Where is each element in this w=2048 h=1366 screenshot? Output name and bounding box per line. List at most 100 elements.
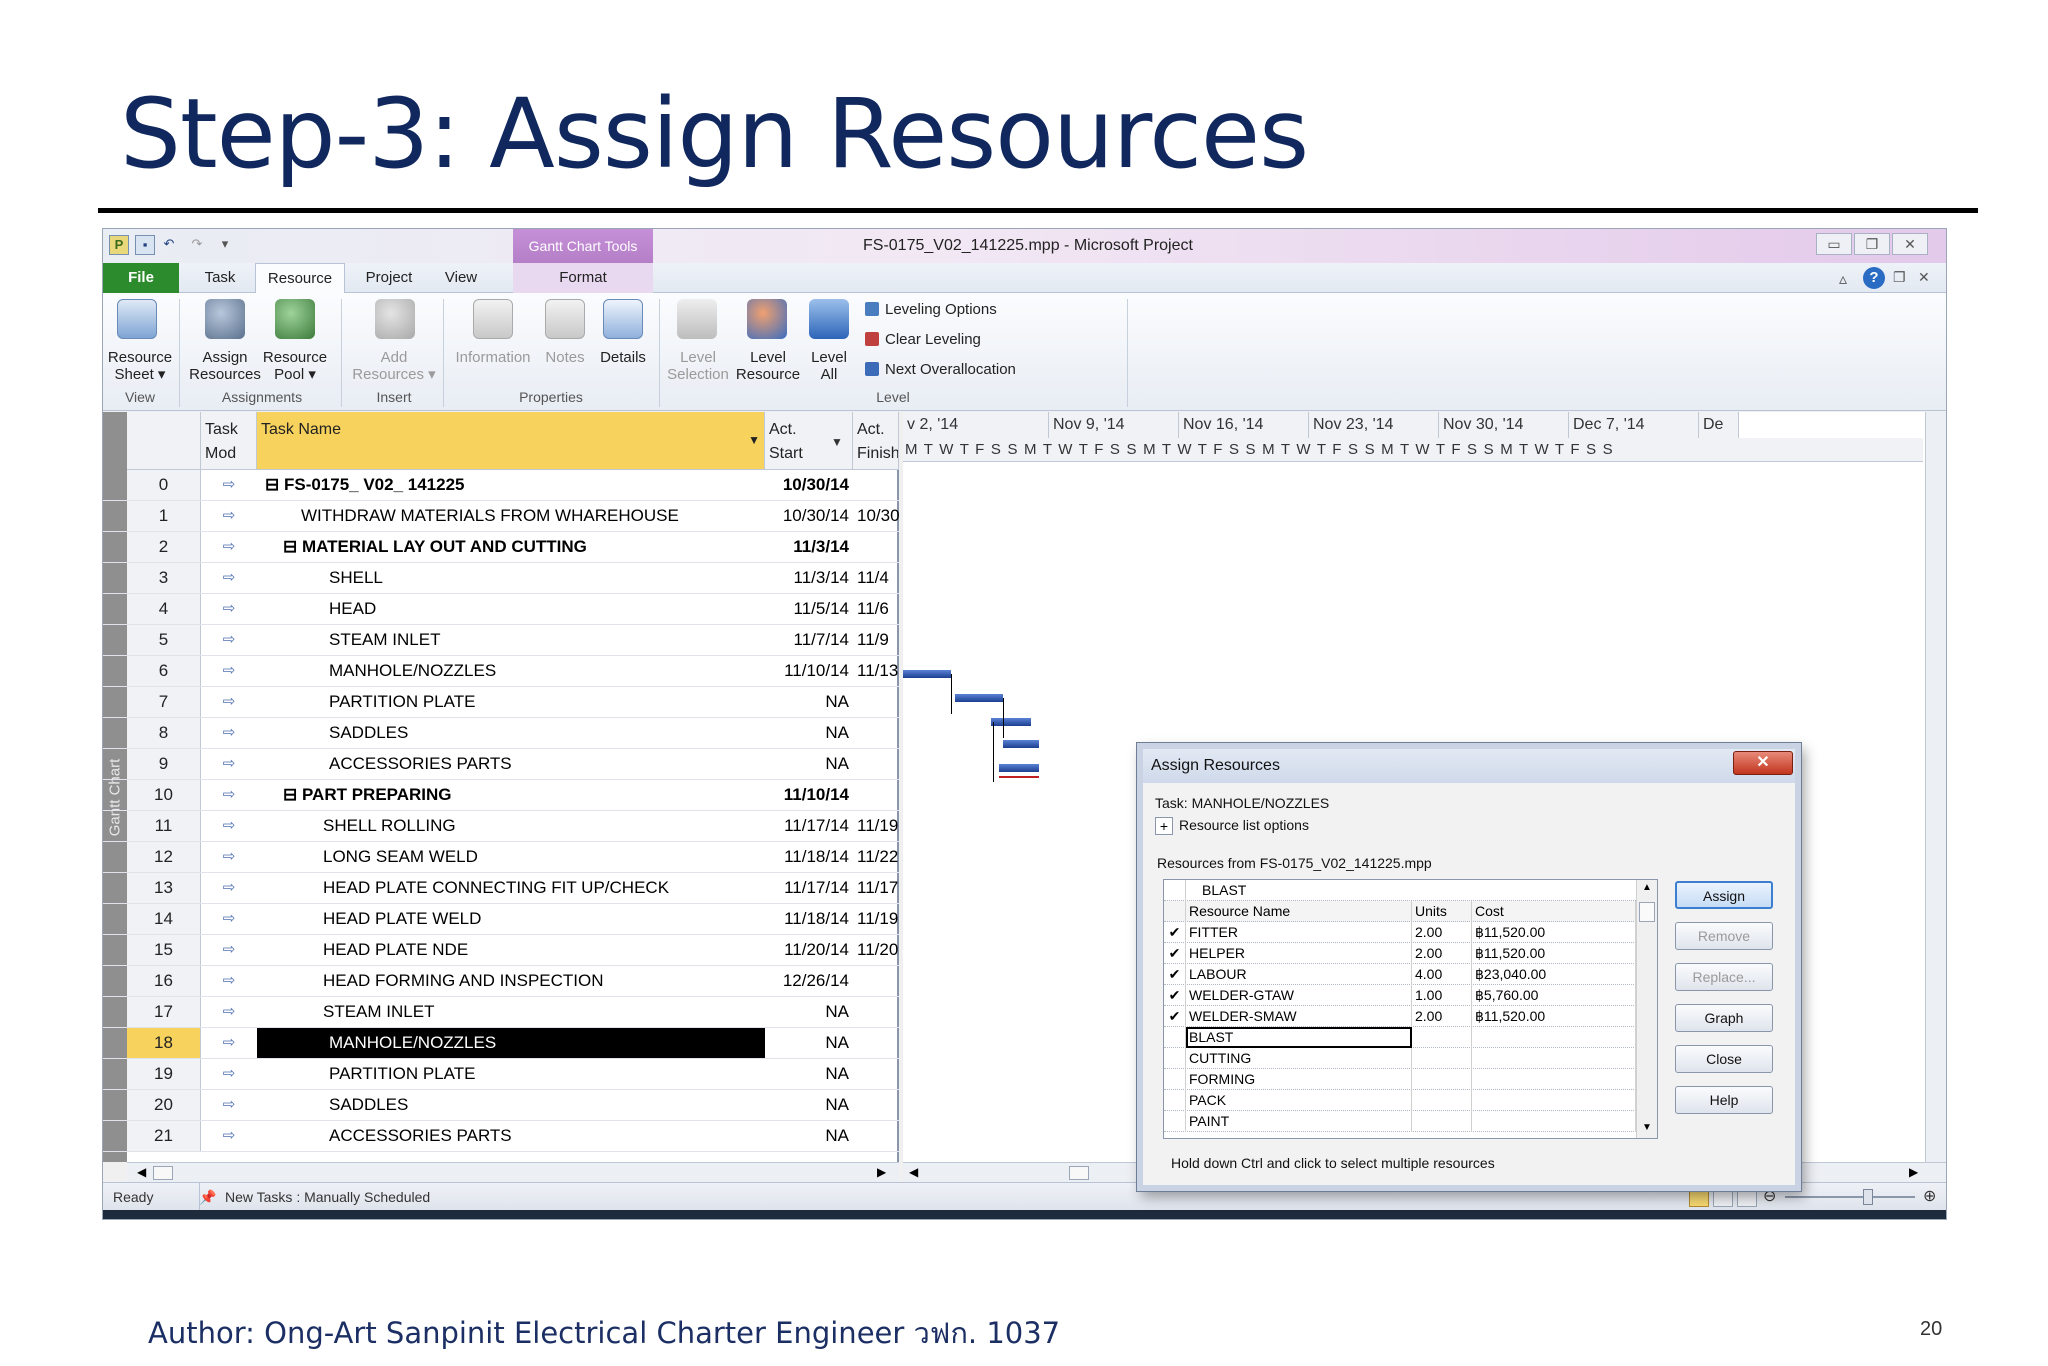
actual-finish-cell[interactable]: 10/30 [853, 501, 899, 531]
next-overallocation-button[interactable]: Next Overallocation [865, 361, 1016, 378]
row-id[interactable]: 7 [127, 687, 201, 717]
row-id[interactable]: 11 [127, 811, 201, 841]
minimize-icon[interactable]: ▭ [1816, 233, 1852, 255]
assign-button[interactable]: Assign [1675, 881, 1773, 909]
actual-finish-cell[interactable]: 11/13 [853, 656, 899, 686]
actual-finish-cell[interactable]: 11/20 [853, 935, 899, 965]
resource-row[interactable]: ✔ WELDER-SMAW 2.00 ฿11,520.00 [1164, 1006, 1636, 1027]
resource-name-cell[interactable]: FITTER [1186, 922, 1412, 943]
redo-icon[interactable]: ↷ [187, 235, 207, 255]
resource-name-cell[interactable]: LABOUR [1186, 964, 1412, 985]
resource-units-cell[interactable] [1412, 1090, 1472, 1111]
actual-start-cell[interactable]: 11/17/14 [765, 873, 853, 903]
table-row[interactable]: 0 ⇨ ⊟ FS-0175_ V02_ 141225 10/30/14 [103, 470, 899, 501]
row-id[interactable]: 18 [127, 1028, 201, 1058]
select-all-header[interactable] [127, 412, 201, 470]
restore-icon[interactable]: ❐ [1854, 233, 1890, 255]
assign-resources-button[interactable]: Assign Resources [187, 349, 263, 383]
resource-row[interactable]: FORMING [1164, 1069, 1636, 1090]
row-id[interactable]: 6 [127, 656, 201, 686]
actual-finish-cell[interactable]: 11/9 [853, 625, 899, 655]
gantt-bar[interactable] [991, 718, 1031, 726]
task-name-cell[interactable]: MANHOLE/NOZZLES [257, 656, 765, 686]
close-window-icon[interactable]: ✕ [1892, 233, 1928, 255]
actual-start-cell[interactable]: 10/30/14 [765, 470, 853, 500]
clear-leveling-button[interactable]: Clear Leveling [865, 331, 981, 348]
table-row[interactable]: 21 ⇨ ACCESSORIES PARTS NA [103, 1121, 899, 1152]
table-row[interactable]: 20 ⇨ SADDLES NA [103, 1090, 899, 1121]
actual-start-cell[interactable]: 11/5/14 [765, 594, 853, 624]
actual-start-cell[interactable]: 11/3/14 [765, 563, 853, 593]
task-name-cell[interactable]: MANHOLE/NOZZLES [257, 1028, 765, 1058]
table-row[interactable]: 6 ⇨ MANHOLE/NOZZLES 11/10/14 11/13 [103, 656, 899, 687]
table-row[interactable]: 17 ⇨ STEAM INLET NA [103, 997, 899, 1028]
table-row[interactable]: 3 ⇨ SHELL 11/3/14 11/4 [103, 563, 899, 594]
scroll-thumb[interactable] [153, 1166, 173, 1180]
actual-start-cell[interactable]: 10/30/14 [765, 501, 853, 531]
start-dropdown-icon[interactable]: ▼ [831, 435, 843, 449]
actual-start-cell[interactable]: NA [765, 718, 853, 748]
resource-edit-field[interactable]: BLAST [1186, 880, 1636, 901]
table-row[interactable]: 18 ⇨ MANHOLE/NOZZLES NA [103, 1028, 899, 1059]
resource-units-cell[interactable]: 2.00 [1412, 922, 1472, 943]
resource-list-options[interactable]: Resource list options [1179, 817, 1309, 833]
table-row[interactable]: 4 ⇨ HEAD 11/5/14 11/6 [103, 594, 899, 625]
resource-row[interactable]: PAINT [1164, 1111, 1636, 1132]
actual-start-cell[interactable]: 11/20/14 [765, 935, 853, 965]
filter-dropdown-icon[interactable]: ▼ [748, 428, 760, 452]
resource-units-cell[interactable]: 1.00 [1412, 985, 1472, 1006]
row-id[interactable]: 9 [127, 749, 201, 779]
resource-units-cell[interactable]: 2.00 [1412, 943, 1472, 964]
actual-start-cell[interactable]: NA [765, 749, 853, 779]
scroll-thumb[interactable] [1639, 902, 1655, 922]
dialog-close-icon[interactable]: ✕ [1733, 751, 1793, 775]
actual-start-cell[interactable]: NA [765, 1059, 853, 1089]
row-id[interactable]: 5 [127, 625, 201, 655]
resource-row[interactable]: ✔ LABOUR 4.00 ฿23,040.00 [1164, 964, 1636, 985]
gantt-bar[interactable] [1003, 740, 1039, 748]
resources-scrollbar[interactable]: ▲ ▼ [1636, 880, 1657, 1138]
scroll-right-icon[interactable]: ▶ [1909, 1165, 1918, 1179]
resource-row[interactable]: ✔ FITTER 2.00 ฿11,520.00 [1164, 922, 1636, 943]
task-name-cell[interactable]: ⊟ PART PREPARING [257, 780, 765, 810]
gantt-bar[interactable] [955, 694, 1003, 702]
level-resource-button[interactable]: Level Resource [733, 349, 803, 383]
actual-finish-cell[interactable]: 11/4 [853, 563, 899, 593]
undo-icon[interactable]: ↶ [159, 235, 179, 255]
close-doc-icon[interactable]: ✕ [1918, 269, 1930, 286]
tab-project[interactable]: Project [353, 263, 425, 293]
gantt-bar[interactable] [903, 670, 951, 678]
resource-name-cell[interactable]: WELDER-SMAW [1186, 1006, 1412, 1027]
row-id[interactable]: 3 [127, 563, 201, 593]
task-name-cell[interactable]: SADDLES [257, 1090, 765, 1120]
resource-row[interactable]: BLAST [1164, 1027, 1636, 1048]
actual-start-cell[interactable]: NA [765, 1090, 853, 1120]
customize-qat-icon[interactable]: ▾ [215, 235, 235, 255]
table-row[interactable]: 2 ⇨ ⊟ MATERIAL LAY OUT AND CUTTING 11/3/14 [103, 532, 899, 563]
task-name-cell[interactable]: STEAM INLET [257, 625, 765, 655]
row-id[interactable]: 16 [127, 966, 201, 996]
task-name-cell[interactable]: HEAD FORMING AND INSPECTION [257, 966, 765, 996]
task-name-cell[interactable]: PARTITION PLATE [257, 687, 765, 717]
resource-name-cell[interactable]: PAINT [1186, 1111, 1412, 1132]
actual-start-cell[interactable]: 11/7/14 [765, 625, 853, 655]
resource-units-cell[interactable]: 4.00 [1412, 964, 1472, 985]
table-row[interactable]: 15 ⇨ HEAD PLATE NDE 11/20/14 11/20 [103, 935, 899, 966]
row-id[interactable]: 8 [127, 718, 201, 748]
save-icon[interactable]: ▪ [135, 235, 155, 255]
app-icon[interactable]: P [109, 235, 129, 255]
task-mode-header[interactable]: Task Mod [201, 412, 257, 470]
actual-start-cell[interactable]: 11/18/14 [765, 904, 853, 934]
actual-finish-cell[interactable]: 11/17 [853, 873, 899, 903]
resource-units-cell[interactable]: 2.00 [1412, 1006, 1472, 1027]
table-row[interactable]: 13 ⇨ HEAD PLATE CONNECTING FIT UP/CHECK 11/… [103, 873, 899, 904]
row-id[interactable]: 2 [127, 532, 201, 562]
task-name-cell[interactable]: ACCESSORIES PARTS [257, 749, 765, 779]
row-id[interactable]: 1 [127, 501, 201, 531]
column-cost[interactable]: Cost [1472, 901, 1636, 922]
column-resource-name[interactable]: Resource Name [1186, 901, 1412, 922]
row-id[interactable]: 14 [127, 904, 201, 934]
task-name-cell[interactable]: HEAD PLATE WELD [257, 904, 765, 934]
actual-start-cell[interactable]: 11/10/14 [765, 656, 853, 686]
restore-doc-icon[interactable]: ❐ [1893, 269, 1906, 286]
